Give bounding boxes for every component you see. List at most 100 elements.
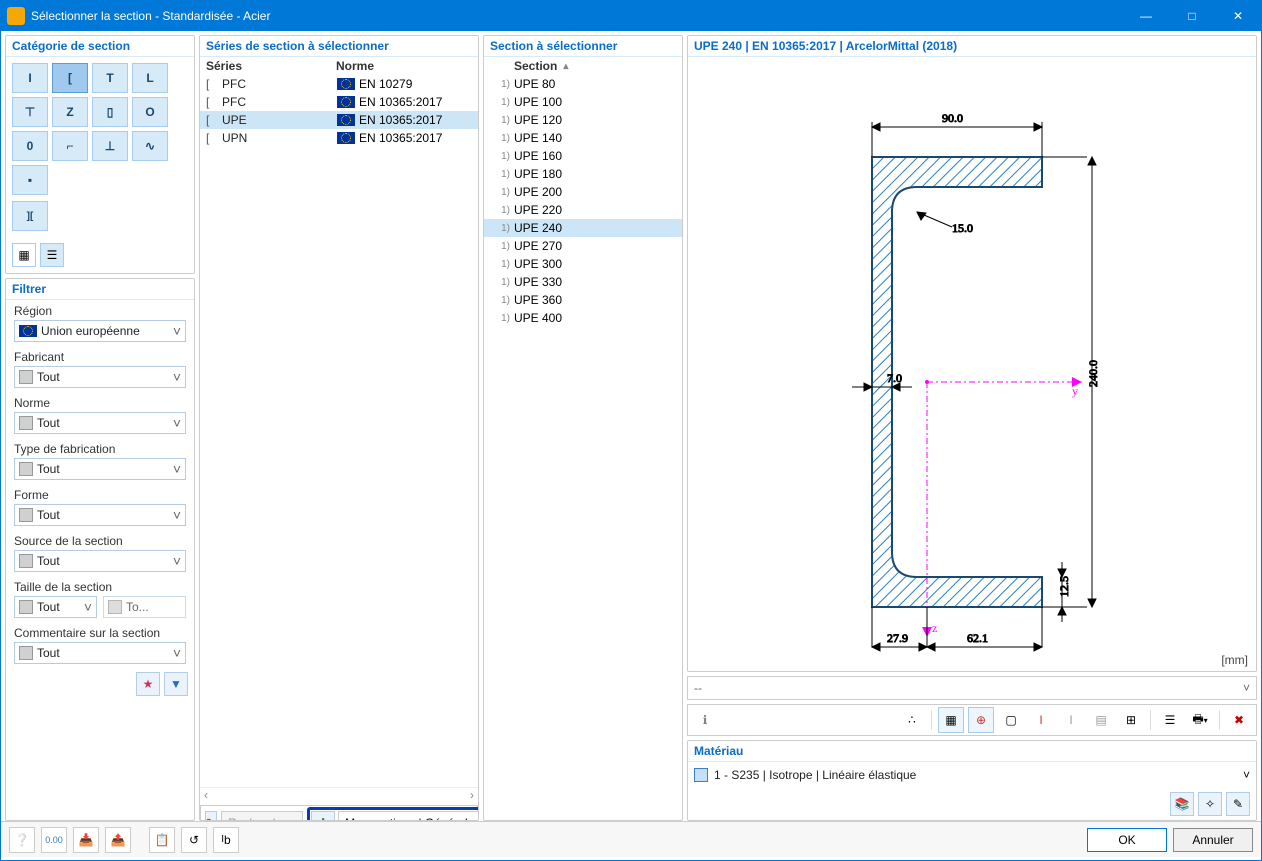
- section-drawing: y z 90.0: [688, 57, 1256, 669]
- section-row[interactable]: 1)UPE 400: [484, 309, 682, 327]
- material-new-icon[interactable]: ✧: [1198, 792, 1222, 816]
- list-icon[interactable]: ☰: [1157, 707, 1183, 733]
- section-row[interactable]: 1)UPE 330: [484, 273, 682, 291]
- maximize-button[interactable]: □: [1169, 1, 1215, 31]
- cat-tee2[interactable]: ⊤: [12, 97, 48, 127]
- dimensions-icon[interactable]: ∴: [899, 707, 925, 733]
- ibeam-1-icon[interactable]: I: [1028, 707, 1054, 733]
- cat-angle[interactable]: L: [132, 63, 168, 93]
- ibeam-2-icon[interactable]: I: [1058, 707, 1084, 733]
- section-row[interactable]: 1)UPE 360: [484, 291, 682, 309]
- reset-view-icon[interactable]: ✖: [1226, 707, 1252, 733]
- sort-asc-icon[interactable]: ▴: [563, 61, 568, 72]
- clipboard-icon[interactable]: 📋: [149, 827, 175, 853]
- insert-favorite-button[interactable]: ✚: [311, 811, 335, 821]
- grid-view-icon[interactable]: ▦: [12, 243, 36, 267]
- undo-icon[interactable]: ↺: [181, 827, 207, 853]
- section-col-header[interactable]: Section: [514, 59, 557, 73]
- comment-combo[interactable]: Tout ˅: [14, 642, 186, 664]
- cat-rect-hollow[interactable]: ▯: [92, 97, 128, 127]
- favorites-combo[interactable]: Mes sections | Général ˅: [338, 811, 479, 821]
- typefab-combo[interactable]: Tout ˅: [14, 458, 186, 480]
- source-combo[interactable]: Tout ˅: [14, 550, 186, 572]
- cat-built-up[interactable]: ][: [12, 201, 48, 231]
- search-input[interactable]: Recherche...: [221, 811, 303, 821]
- fabricant-combo[interactable]: Tout ˅: [14, 366, 186, 388]
- material-panel: Matériau 1 - S235 | Isotrope | Linéaire …: [687, 740, 1257, 821]
- export-icon[interactable]: 📤: [105, 827, 131, 853]
- section-row[interactable]: 1)UPE 160: [484, 147, 682, 165]
- svg-text:7.0: 7.0: [887, 371, 902, 385]
- axes-icon[interactable]: ⊕: [968, 707, 994, 733]
- chevron-down-icon[interactable]: ˅: [1243, 768, 1250, 782]
- forme-combo[interactable]: Tout ˅: [14, 504, 186, 526]
- close-button[interactable]: ✕: [1215, 1, 1261, 31]
- cat-i-shape[interactable]: I: [12, 63, 48, 93]
- refresh-icon[interactable]: ↻: [205, 811, 217, 821]
- cat-z[interactable]: Z: [52, 97, 88, 127]
- section-row[interactable]: 1)UPE 300: [484, 255, 682, 273]
- series-panel: Séries de section à sélectionner Séries …: [199, 35, 479, 821]
- section-row[interactable]: 1)UPE 80: [484, 75, 682, 93]
- taille-combo-to[interactable]: To...: [103, 596, 186, 618]
- outline-icon[interactable]: ▢: [998, 707, 1024, 733]
- hatch-icon[interactable]: ▤: [1088, 707, 1114, 733]
- chevron-down-icon: ˅: [173, 323, 181, 339]
- properties-dropdown[interactable]: -- ˅: [687, 676, 1257, 700]
- norme-col-header[interactable]: Norme: [336, 59, 374, 73]
- section-row[interactable]: 1)UPE 220: [484, 201, 682, 219]
- category-panel: Catégorie de section I [ T L ⊤ Z ▯ O 0 ⌐…: [5, 35, 195, 274]
- section-row[interactable]: 1)UPE 100: [484, 93, 682, 111]
- svg-text:62.1: 62.1: [967, 631, 988, 645]
- material-edit-icon[interactable]: ✎: [1226, 792, 1250, 816]
- favorite-filter-button[interactable]: ★: [136, 672, 160, 696]
- series-row[interactable]: [PFCEN 10279: [200, 75, 478, 93]
- category-title: Catégorie de section: [6, 36, 194, 57]
- import-icon[interactable]: 📥: [73, 827, 99, 853]
- cat-channel[interactable]: [: [52, 63, 88, 93]
- cat-tee[interactable]: T: [92, 63, 128, 93]
- section-row[interactable]: 1)UPE 180: [484, 165, 682, 183]
- minimize-button[interactable]: ―: [1123, 1, 1169, 31]
- ok-button[interactable]: OK: [1087, 828, 1167, 852]
- section-row[interactable]: 1)UPE 270: [484, 237, 682, 255]
- help-icon[interactable]: ❔: [9, 827, 35, 853]
- norme-combo[interactable]: Tout ˅: [14, 412, 186, 434]
- section-row[interactable]: 1)UPE 120: [484, 111, 682, 129]
- all-icon: [19, 646, 33, 660]
- eu-flag-icon: [337, 78, 355, 90]
- values-icon[interactable]: ▦: [938, 707, 964, 733]
- preview-panel: UPE 240 | EN 10365:2017 | ArcelorMittal …: [687, 35, 1257, 672]
- series-row[interactable]: [UPEEN 10365:2017: [200, 111, 478, 129]
- cat-corrugated[interactable]: ∿: [132, 131, 168, 161]
- material-library-icon[interactable]: 📚: [1170, 792, 1194, 816]
- print-icon[interactable]: 🖶▾: [1187, 707, 1213, 733]
- series-row[interactable]: [UPNEN 10365:2017: [200, 129, 478, 147]
- units-icon[interactable]: 0.00: [41, 827, 67, 853]
- cat-rail[interactable]: ⊥: [92, 131, 128, 161]
- all-icon: [19, 462, 33, 476]
- list-view-icon[interactable]: ☰: [40, 243, 64, 267]
- cat-oval[interactable]: 0: [12, 131, 48, 161]
- filter-toggle-button[interactable]: ▼: [164, 672, 188, 696]
- source-label: Source de la section: [14, 534, 186, 548]
- cancel-button[interactable]: Annuler: [1173, 828, 1253, 852]
- cat-angle2[interactable]: ⌐: [52, 131, 88, 161]
- section-props-icon[interactable]: Ib: [213, 827, 239, 853]
- region-combo[interactable]: Union européenne ˅: [14, 320, 186, 342]
- info-icon[interactable]: ℹ: [692, 707, 718, 733]
- comment-label: Commentaire sur la section: [14, 626, 186, 640]
- titlebar[interactable]: Sélectionner la section - Standardisée -…: [1, 1, 1261, 31]
- taille-combo-from[interactable]: Tout ˅: [14, 596, 97, 618]
- section-row[interactable]: 1)UPE 200: [484, 183, 682, 201]
- section-panel: Section à sélectionner Section ▴ 1)UPE 8…: [483, 35, 683, 821]
- cat-circle-hollow[interactable]: O: [132, 97, 168, 127]
- section-row[interactable]: 1)UPE 240: [484, 219, 682, 237]
- grid-icon[interactable]: ⊞: [1118, 707, 1144, 733]
- svg-text:12.5: 12.5: [1057, 576, 1071, 597]
- series-row[interactable]: [PFCEN 10365:2017: [200, 93, 478, 111]
- cat-solid[interactable]: ▪: [12, 165, 48, 195]
- chevron-down-icon: ˅: [173, 507, 181, 523]
- series-col-header[interactable]: Séries: [206, 59, 336, 73]
- section-row[interactable]: 1)UPE 140: [484, 129, 682, 147]
